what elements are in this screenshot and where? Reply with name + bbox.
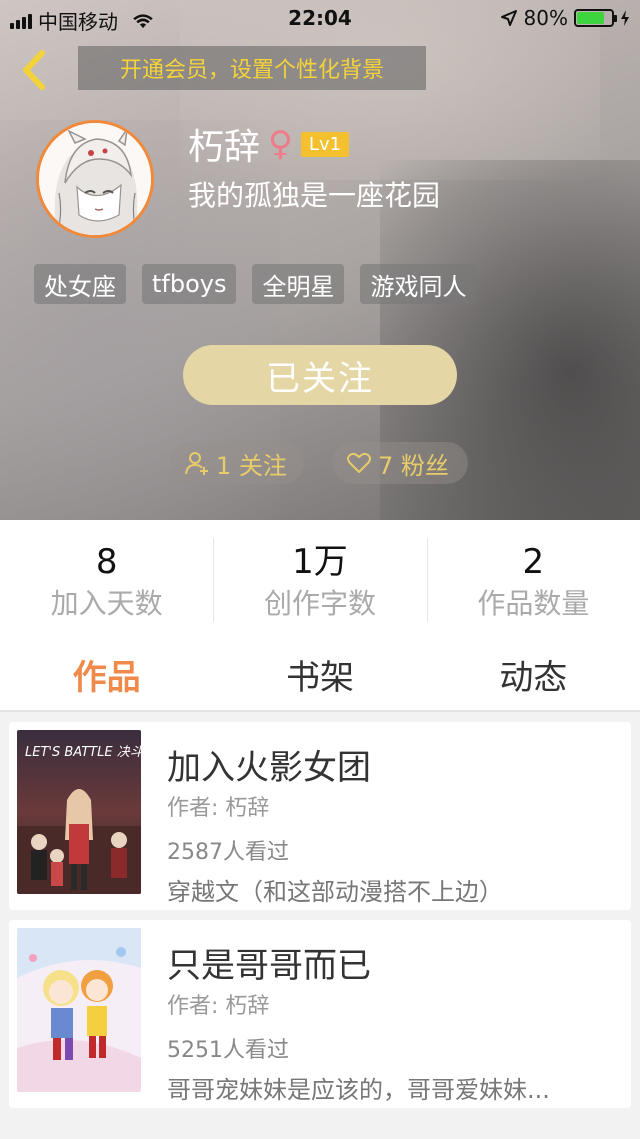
work-description: 穿越文（和这部动漫搭不上边） [167, 878, 503, 906]
tag-item[interactable]: 全明星 [252, 264, 345, 304]
following-count-button[interactable]: 1 关注 [170, 442, 304, 484]
stat-work-count: 2 作品数量 [426, 520, 640, 638]
charging-icon [621, 10, 629, 26]
stat-value: 8 [95, 542, 118, 582]
user-signature: 我的孤独是一座花园 [188, 179, 441, 212]
work-card[interactable]: 只是哥哥而已 作者: 朽辞 5251人看过 哥哥宠妹妹是应该的，哥哥爱妹妹... [9, 920, 631, 1108]
cover-illustration-siblings [17, 928, 141, 1092]
avatar-illustration [39, 123, 151, 235]
work-title: 只是哥哥而已 [167, 946, 371, 986]
tag-item[interactable]: tfboys [142, 264, 237, 304]
interest-tags: 处女座 tfboys 全明星 游戏同人 [34, 264, 477, 304]
profile-tabs: 作品 书架 动态 [0, 638, 640, 712]
tag-item[interactable]: 游戏同人 [360, 264, 477, 304]
stat-word-count: 1万 创作字数 [213, 520, 426, 638]
work-author: 作者: 朽辞 [167, 796, 270, 821]
work-title: 加入火影女团 [167, 748, 371, 788]
back-button[interactable] [14, 46, 54, 94]
profile-screen: 中国移动 22:04 80% 开通会员，设置个性化背景 朽辞 ♀ Lv1 我的孤… [0, 0, 640, 1139]
work-cover [17, 928, 141, 1092]
battery-percent: 80% [523, 6, 568, 30]
stat-label: 加入天数 [50, 587, 163, 620]
battery-icon [574, 9, 617, 27]
user-add-icon [185, 452, 208, 475]
followed-button[interactable]: 已关注 [183, 345, 457, 405]
tab-activity[interactable]: 动态 [427, 638, 640, 710]
stat-value: 2 [522, 542, 545, 582]
status-bar: 中国移动 22:04 80% [0, 0, 640, 36]
username: 朽辞 [188, 127, 261, 168]
tab-works[interactable]: 作品 [0, 638, 213, 710]
work-views: 5251人看过 [167, 1038, 289, 1063]
fans-label: 7 粉丝 [378, 451, 449, 480]
female-icon: ♀ [268, 124, 293, 164]
battery-fill [577, 12, 605, 24]
following-label: 1 关注 [216, 451, 287, 480]
heart-icon [347, 452, 371, 473]
fans-count-button[interactable]: 7 粉丝 [332, 442, 468, 484]
stat-label: 作品数量 [477, 587, 590, 620]
work-cover: LET'S BATTLE 决斗吧!! [17, 730, 141, 894]
cover-illustration-battle: LET'S BATTLE 决斗吧!! [17, 730, 141, 894]
stat-label: 创作字数 [263, 587, 376, 620]
stat-value: 1万 [292, 542, 348, 582]
user-stats: 8 加入天数 1万 创作字数 2 作品数量 [0, 520, 640, 638]
username-row: 朽辞 ♀ Lv1 [188, 118, 350, 170]
tab-bookshelf[interactable]: 书架 [213, 638, 426, 710]
level-badge: Lv1 [300, 131, 350, 157]
work-description: 哥哥宠妹妹是应该的，哥哥爱妹妹... [167, 1076, 550, 1104]
stat-join-days: 8 加入天数 [0, 520, 213, 638]
member-upgrade-banner[interactable]: 开通会员，设置个性化背景 [78, 46, 426, 90]
work-views: 2587人看过 [167, 840, 289, 865]
chevron-left-icon [23, 50, 45, 90]
location-arrow-icon [500, 10, 517, 26]
cover-title-text: LET'S BATTLE 决斗吧!! [25, 745, 141, 760]
profile-header: 中国移动 22:04 80% 开通会员，设置个性化背景 朽辞 ♀ Lv1 我的孤… [0, 0, 640, 520]
avatar[interactable] [36, 120, 154, 238]
work-author: 作者: 朽辞 [167, 994, 270, 1019]
work-card[interactable]: LET'S BATTLE 决斗吧!! 加入火影女团 作者: 朽辞 2587人看过 [9, 722, 631, 910]
tag-item[interactable]: 处女座 [34, 264, 126, 304]
